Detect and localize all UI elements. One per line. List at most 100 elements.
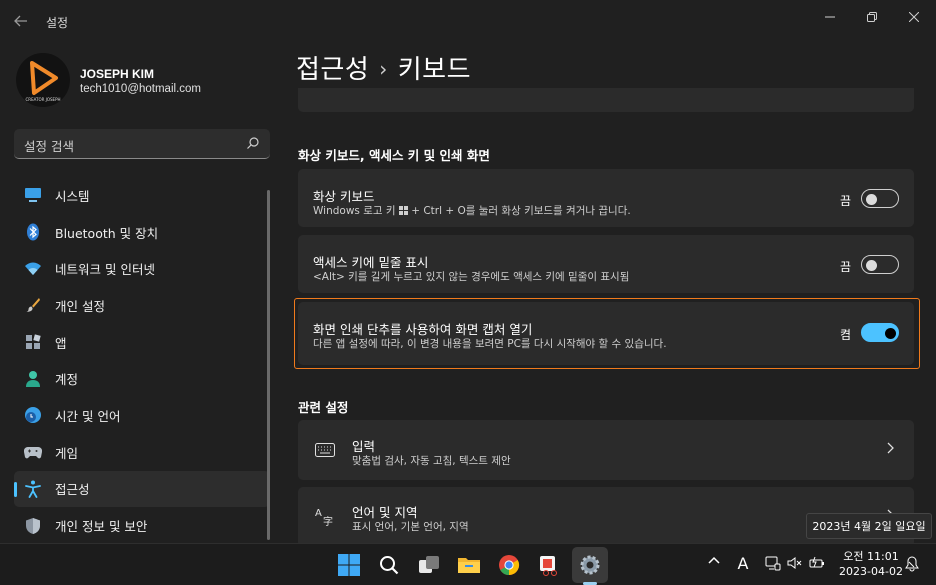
show-hidden-icons-button[interactable] (706, 556, 722, 564)
language-icon: A字 (314, 505, 336, 527)
sidebar-item-label: 네트워크 및 인터넷 (55, 262, 155, 278)
breadcrumb-separator: › (379, 57, 388, 81)
sidebar-item-label: 앱 (55, 335, 67, 351)
back-button[interactable] (10, 10, 32, 32)
setting-on-screen-keyboard: 화상 키보드 Windows 로고 키 + Ctrl + O를 눌러 화상 키보… (298, 169, 914, 227)
date-tooltip: 2023년 4월 2일 일요일 (806, 513, 932, 539)
print-screen-snip-toggle[interactable] (861, 323, 899, 342)
notifications-button[interactable] (903, 556, 921, 572)
toggle-knob (885, 327, 896, 339)
app-title: 설정 (46, 16, 69, 30)
previous-setting-card (298, 88, 914, 112)
apps-icon (23, 332, 43, 352)
related-typing[interactable]: 입력 맞춤법 검사, 자동 고침, 텍스트 제안 (298, 420, 914, 480)
sidebar-item-personalization[interactable]: 개인 설정 (14, 287, 270, 324)
snipping-tool-icon (540, 556, 557, 576)
sidebar-item-system[interactable]: 시스템 (14, 177, 270, 214)
bluetooth-icon (23, 222, 43, 242)
accessibility-icon (23, 479, 43, 499)
restore-icon (867, 12, 877, 22)
creator-logo-icon: CREATOR JOSEPH (26, 61, 61, 102)
sidebar-item-time-language[interactable]: 시간 및 언어 (14, 397, 270, 434)
breadcrumb-current: 키보드 (397, 55, 472, 85)
snipping-tool-button[interactable] (536, 552, 562, 578)
search-icon (247, 137, 259, 149)
section-title-related: 관련 설정 (298, 400, 349, 415)
chrome-button[interactable] (496, 552, 522, 578)
taskbar-clock[interactable]: 오전 11:01 2023-04-02 (833, 549, 909, 579)
arrow-left-icon (14, 15, 27, 27)
battery-button[interactable] (808, 556, 826, 570)
on-screen-keyboard-toggle[interactable] (861, 189, 899, 208)
task-view-button[interactable] (416, 552, 442, 578)
sidebar-nav: 시스템 Bluetooth 및 장치 네트워크 및 인터넷 개인 설정 앱 계정… (14, 177, 270, 543)
toggle-knob (866, 193, 877, 205)
restore-button[interactable] (850, 6, 894, 28)
sidebar-item-accessibility[interactable]: 접근성 (14, 470, 270, 508)
gear-icon (580, 555, 600, 575)
avatar-caption: CREATOR JOSEPH (26, 97, 61, 102)
close-button[interactable] (892, 6, 936, 28)
toggle-state-label: 끔 (839, 194, 851, 208)
search-placeholder: 설정 검색 (24, 139, 74, 154)
underline-access-keys-toggle[interactable] (861, 255, 899, 274)
setting-description: <Alt> 키를 길게 누르고 있지 않는 경우에도 액세스 키에 밑줄이 표시… (313, 271, 630, 283)
volume-button[interactable] (786, 556, 804, 570)
sidebar-item-network[interactable]: 네트워크 및 인터넷 (14, 250, 270, 287)
minimize-icon (825, 16, 835, 18)
avatar[interactable]: CREATOR JOSEPH (16, 53, 70, 107)
sidebar-item-label: 시스템 (55, 188, 90, 204)
sidebar-item-apps[interactable]: 앱 (14, 324, 270, 361)
toggle-state-label: 끔 (839, 260, 851, 274)
setting-description: Windows 로고 키 + Ctrl + O를 눌러 화상 키보드를 켜거나 … (313, 205, 631, 217)
wifi-icon (23, 259, 43, 279)
sidebar-item-label: 게임 (55, 445, 79, 461)
sidebar-item-accounts[interactable]: 계정 (14, 360, 270, 397)
windows-start-icon (338, 554, 360, 576)
bell-icon (905, 556, 919, 572)
file-explorer-button[interactable] (456, 552, 482, 578)
sidebar-scrollbar[interactable] (267, 190, 270, 540)
start-button[interactable] (336, 552, 362, 578)
clock-time: 오전 11:01 (843, 550, 899, 563)
taskbar-search-button[interactable] (376, 552, 402, 578)
brush-icon (23, 295, 43, 315)
taskbar: A 오전 11:01 2023-04-02 (0, 543, 936, 585)
sidebar-item-label: 개인 설정 (55, 298, 105, 314)
sidebar-item-label: 접근성 (55, 482, 90, 498)
setting-print-screen-snip: 화면 인쇄 단추를 사용하여 화면 캡처 열기 다른 앱 설정에 따라, 이 변… (298, 302, 914, 365)
title-bar: 설정 (0, 0, 936, 40)
gamepad-icon (23, 442, 43, 462)
breadcrumb-parent[interactable]: 접근성 (296, 55, 369, 85)
sidebar-item-privacy[interactable]: 개인 정보 및 보안 (14, 507, 270, 543)
search-icon (380, 556, 399, 575)
minimize-button[interactable] (808, 6, 852, 28)
sidebar-item-label: 개인 정보 및 보안 (55, 519, 148, 535)
battery-icon (809, 556, 824, 568)
monitor-icon (23, 185, 43, 205)
chrome-icon (499, 555, 520, 576)
sidebar-item-label: Bluetooth 및 장치 (55, 225, 159, 241)
globe-clock-icon (23, 405, 43, 425)
user-name: JOSEPH KIM (80, 67, 155, 81)
settings-taskbar-button[interactable] (572, 547, 608, 583)
display-button[interactable] (764, 556, 782, 572)
related-description: 표시 언어, 기본 언어, 지역 (352, 521, 469, 533)
related-description: 맞춤법 검사, 자동 고침, 텍스트 제안 (352, 455, 511, 467)
shield-icon (23, 516, 43, 536)
setting-underline-access-keys: 액세스 키에 밑줄 표시 <Alt> 키를 길게 누르고 있지 않는 경우에도 … (298, 235, 914, 293)
toggle-knob (866, 259, 877, 271)
toggle-state-label: 켬 (839, 328, 851, 342)
input-method-indicator[interactable]: A (734, 554, 752, 573)
folder-icon (458, 558, 480, 573)
settings-window: 설정 CREATOR JOSEPH JOSEPH KIM tech1010@ho… (0, 0, 936, 543)
sidebar-item-label: 계정 (55, 372, 79, 388)
volume-mute-icon (787, 557, 802, 569)
svg-text:字: 字 (323, 515, 333, 527)
display-icon (765, 556, 781, 571)
sidebar-item-bluetooth[interactable]: Bluetooth 및 장치 (14, 214, 270, 251)
chevron-up-icon (708, 556, 720, 564)
windows-logo-icon (398, 206, 408, 215)
search-input[interactable]: 설정 검색 (14, 129, 270, 159)
sidebar-item-gaming[interactable]: 게임 (14, 434, 270, 471)
